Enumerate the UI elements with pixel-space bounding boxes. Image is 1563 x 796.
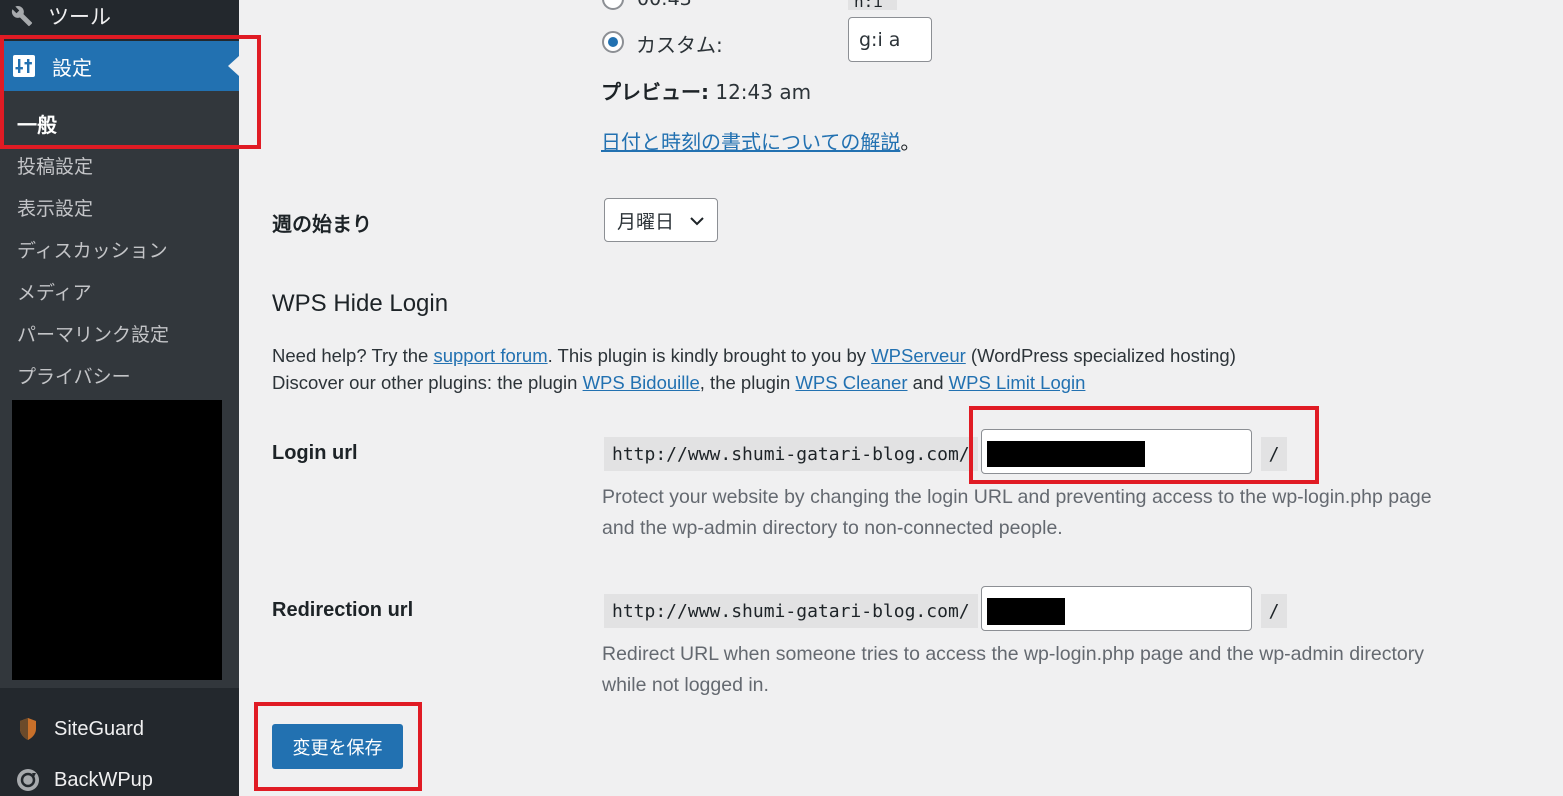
highlight-login-url (969, 406, 1319, 484)
submenu-item-discussion[interactable]: ディスカッション (17, 236, 168, 263)
settings-main: 00:43 n:i カスタム: g:i a プレビュー: 12:43 am 日付… (239, 0, 1563, 796)
week-start-label: 週の始まり (272, 212, 372, 236)
time-format-custom-radio[interactable] (602, 31, 624, 53)
description-line: and the wp-admin directory to non-connec… (602, 517, 1063, 539)
help-text: Discover our other plugins: the plugin (272, 372, 583, 393)
submenu-item-privacy[interactable]: プライバシー (17, 362, 131, 389)
shield-icon (16, 717, 40, 741)
wps-bidouille-link[interactable]: WPS Bidouille (583, 372, 700, 393)
wps-help-line1: Need help? Try the support forum. This p… (272, 345, 1236, 367)
menu-item-siteguard[interactable]: SiteGuard (0, 709, 239, 749)
login-url-description: Protect your website by changing the log… (602, 482, 1432, 544)
highlight-settings-general (0, 35, 261, 149)
time-format-radio-prev[interactable] (602, 0, 624, 10)
support-forum-link[interactable]: support forum (433, 345, 547, 366)
week-start-select[interactable]: 月曜日 (604, 198, 718, 242)
description-line: Protect your website by changing the log… (602, 486, 1432, 508)
time-format-custom-label: カスタム: (636, 33, 723, 57)
redacted-menu-area (12, 400, 222, 680)
help-text: , the plugin (699, 372, 796, 393)
menu-item-backwpup-label: BackWPup (54, 768, 153, 791)
preview-label: プレビュー: (601, 80, 709, 104)
wrench-icon (10, 4, 34, 28)
redirection-url-prefix: http://www.shumi-gatari-blog.com/ (604, 594, 978, 628)
submenu-item-permalinks[interactable]: パーマリンク設定 (17, 320, 169, 347)
submenu-item-media[interactable]: メディア (17, 278, 92, 305)
time-format-preview: プレビュー: 12:43 am (601, 76, 811, 105)
highlight-save-button (254, 702, 422, 791)
redirection-url-label: Redirection url (272, 599, 414, 621)
help-text: . This plugin is kindly brought to you b… (547, 345, 872, 366)
preview-value: 12:43 am (715, 80, 812, 104)
submenu-item-reading[interactable]: 表示設定 (17, 194, 93, 221)
time-format-doc-link[interactable]: 日付と時刻の書式についての解説 (601, 130, 900, 154)
time-format-doc: 日付と時刻の書式についての解説。 (601, 126, 920, 155)
description-line: while not logged in. (602, 674, 769, 696)
redacted-redirect-slug (987, 598, 1065, 625)
menu-item-tools-label: ツール (48, 5, 111, 29)
description-line: Redirect URL when someone tries to acces… (602, 643, 1424, 665)
week-start-value: 月曜日 (617, 210, 675, 233)
login-url-prefix: http://www.shumi-gatari-blog.com/ (604, 437, 978, 471)
wps-help-line2: Discover our other plugins: the plugin W… (272, 372, 1085, 394)
wpserveur-link[interactable]: WPServeur (871, 345, 966, 366)
time-format-prev-label: 00:43 (637, 0, 692, 10)
help-text: Need help? Try the (272, 345, 434, 366)
doc-link-suffix: 。 (900, 130, 921, 154)
time-format-custom-input[interactable]: g:i a (848, 17, 932, 62)
wps-limit-login-link[interactable]: WPS Limit Login (949, 372, 1086, 393)
help-text: and (907, 372, 949, 393)
login-url-label: Login url (272, 442, 358, 464)
chevron-down-icon (689, 212, 705, 234)
wps-cleaner-link[interactable]: WPS Cleaner (795, 372, 907, 393)
help-text: (WordPress specialized hosting) (965, 345, 1236, 366)
redirection-url-suffix: / (1261, 594, 1287, 628)
redirection-url-description: Redirect URL when someone tries to acces… (602, 639, 1424, 701)
menu-item-tools[interactable]: ツール (0, 0, 239, 32)
wps-section-heading: WPS Hide Login (272, 290, 449, 317)
menu-item-backwpup[interactable]: BackWPup (0, 760, 239, 796)
backup-refresh-icon (16, 768, 40, 792)
menu-item-siteguard-label: SiteGuard (54, 717, 145, 740)
submenu-item-writing[interactable]: 投稿設定 (17, 152, 93, 179)
time-format-prev-code: n:i (848, 0, 897, 11)
